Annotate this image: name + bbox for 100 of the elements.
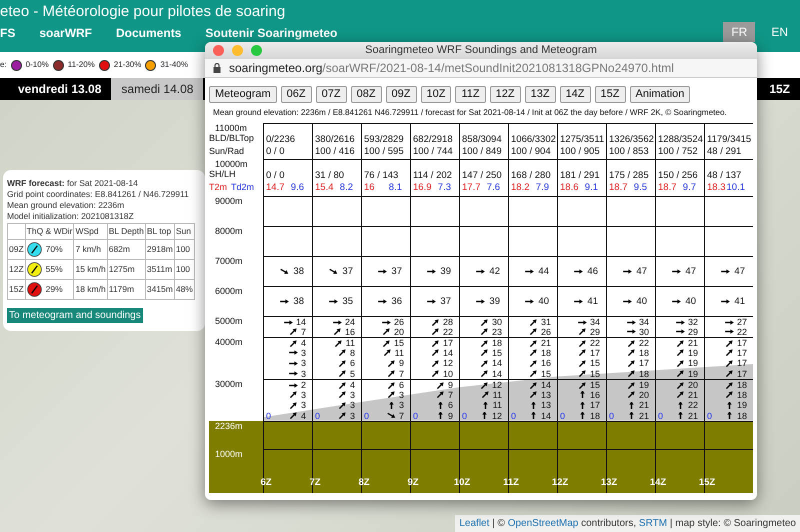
toolbar-button[interactable]: 12Z: [490, 86, 521, 103]
attribution-link[interactable]: SRTM: [638, 518, 668, 529]
wind-speed: 7: [398, 368, 404, 379]
wind-speed: 3: [398, 390, 404, 400]
toolbar-button[interactable]: 09Z: [386, 86, 417, 103]
legend-text: 11-20%: [68, 59, 95, 71]
temperature-value: 16: [364, 182, 375, 195]
toolbar-button[interactable]: 14Z: [560, 86, 591, 103]
toolbar-button[interactable]: 07Z: [316, 86, 347, 103]
meteogram-link-button[interactable]: To meteogram and soundings: [7, 308, 143, 323]
toolbar-button[interactable]: 13Z: [524, 86, 556, 103]
zoom-button[interactable]: [251, 45, 262, 56]
close-button[interactable]: [213, 45, 224, 56]
table-cell: 48%: [174, 280, 194, 300]
column-header: WSpd: [74, 224, 108, 240]
wind-arrow-icon: [674, 382, 686, 389]
date-tab[interactable]: samedi 14.08: [111, 78, 204, 100]
nav-link[interactable]: soarWRF: [39, 25, 92, 41]
wind-speed: 27: [736, 317, 747, 328]
wind-speed: 11: [394, 348, 404, 358]
url-text: soaringmeteo.org/soarWRF/2021-08-14/metSoundInit2021081318GPNo24970.html: [229, 60, 674, 76]
wind-speed: 17: [736, 348, 747, 358]
wind-speed: 17: [736, 358, 747, 368]
wind-speed: 8: [350, 348, 355, 358]
wind-arrow-icon: [576, 340, 588, 347]
toolbar-button[interactable]: Animation: [630, 86, 690, 103]
legend-text: 0-10%: [26, 59, 49, 71]
nav-link[interactable]: Documents: [116, 25, 182, 41]
wind-arrow-icon: [626, 382, 637, 389]
attribution-text: | ©: [491, 518, 506, 529]
temperature-value: 16.9: [413, 182, 432, 195]
nav-link[interactable]: FS: [0, 25, 16, 41]
wind-speed: 11: [492, 400, 502, 410]
table-cell: 100 / 752: [658, 146, 698, 157]
column-header: ThQ & WDir: [25, 224, 74, 240]
wind-arrow-icon: [528, 318, 539, 326]
wind-speed: 21: [688, 410, 698, 421]
wind-arrow-icon: [478, 349, 490, 356]
wind-arrow-icon: [430, 370, 441, 378]
wind-speed: 18: [736, 410, 747, 421]
axis-label: 10000m: [214, 159, 249, 169]
table-cell: 70%: [46, 244, 63, 255]
wind-speed: 14: [540, 380, 551, 390]
wind-speed: 20: [688, 380, 698, 390]
toolbar-button[interactable]: 15Z: [594, 86, 626, 103]
table-cell: 100 / 744: [413, 146, 453, 157]
wind-speed: 3: [300, 358, 306, 368]
table-cell: 147 / 250: [462, 170, 502, 181]
wind-speed: 41: [587, 296, 598, 308]
wind-speed: 40: [636, 296, 647, 308]
wind-arrow-icon: [382, 349, 393, 356]
time-axis-label: 11Z: [503, 477, 519, 489]
table-cell: 3415m: [145, 280, 174, 300]
wind-arrow-icon: [528, 340, 539, 347]
attribution-link[interactable]: OpenStreetMap: [508, 518, 578, 529]
table-cell: 29%: [46, 284, 63, 295]
wind-speed: 14: [540, 410, 551, 421]
dewpoint-value: 7.6: [486, 182, 500, 195]
wind-arrow-icon: [674, 370, 686, 378]
wind-arrow-icon: [434, 391, 446, 398]
axis-label: 1000m: [214, 449, 244, 459]
wind-arrow-icon: [478, 328, 490, 336]
wind-arrow-icon: [336, 349, 348, 356]
axis-label: 8000m: [214, 226, 244, 236]
wind-speed: 31: [540, 317, 551, 328]
wind-speed: 18: [736, 380, 747, 390]
attribution-text: | map style: © Soaringmeteo: [668, 518, 796, 529]
wind-speed: 38: [293, 296, 304, 308]
wind-speed: 16: [344, 326, 355, 337]
toolbar-button[interactable]: 08Z: [350, 86, 382, 103]
attribution-link[interactable]: Leaflet: [459, 518, 490, 529]
toolbar-button[interactable]: 11Z: [455, 86, 486, 103]
nav-link[interactable]: Soutenir Soaringmeteo: [205, 25, 338, 41]
toolbar-button[interactable]: 10Z: [420, 86, 452, 103]
table-cell: 1326/3562: [609, 134, 654, 145]
wind-speed: 3: [398, 400, 404, 410]
wind-speed: 17: [736, 368, 747, 379]
wind-speed: 19: [688, 358, 698, 368]
cloud-base-value: 0: [413, 410, 418, 421]
wind-arrow-icon: [576, 382, 588, 389]
wind-arrow-icon: [336, 412, 348, 420]
wind-speed: 23: [492, 326, 502, 337]
toolbar-button[interactable]: 06Z: [280, 86, 312, 103]
wind-arrow-icon: [671, 298, 682, 305]
toolbar-button[interactable]: Meteogram: [209, 86, 277, 103]
wind-arrow-icon: [674, 349, 686, 356]
wind-speed: 38: [293, 266, 304, 278]
language-tab[interactable]: EN: [763, 22, 796, 42]
wind-speed: 16: [540, 358, 551, 368]
wind-speed: 30: [638, 326, 649, 337]
table-cell: 858/3094: [462, 134, 502, 145]
table-cell: 15 km/h: [74, 260, 108, 280]
minimize-button[interactable]: [232, 45, 243, 56]
legend-label: e:: [0, 59, 7, 71]
wind-speed: 26: [394, 317, 404, 328]
date-tab[interactable]: vendredi 13.08: [8, 78, 112, 100]
wind-arrow-icon: [386, 370, 397, 378]
wind-speed: 4: [300, 410, 306, 421]
wind-speed: 3: [300, 400, 306, 410]
wind-arrow-icon: [336, 391, 348, 398]
